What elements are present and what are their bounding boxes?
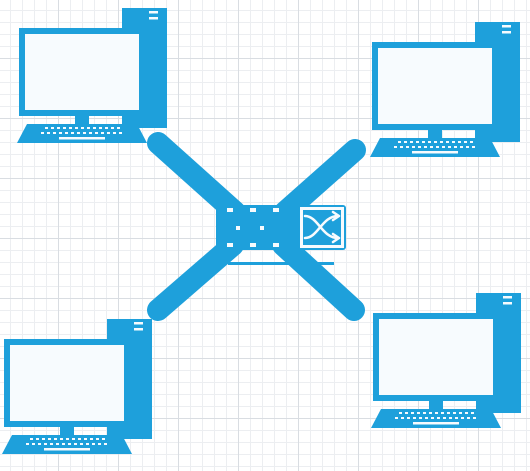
desktop-computer-icon bbox=[371, 293, 521, 428]
network-diagram: .dev-fill { fill: #1ea0db; } .scr-fill {… bbox=[2, 8, 521, 454]
link-bottom-left bbox=[147, 234, 244, 321]
link-top-left bbox=[147, 132, 246, 223]
link-top-right bbox=[274, 139, 366, 223]
computer-top-right[interactable] bbox=[370, 22, 520, 157]
computer-bottom-right[interactable] bbox=[371, 293, 521, 428]
desktop-computer-icon bbox=[2, 319, 152, 454]
desktop-computer-icon bbox=[17, 8, 167, 143]
desktop-computer-icon bbox=[370, 22, 520, 157]
computer-top-left[interactable] bbox=[17, 8, 167, 143]
link-bottom-right bbox=[272, 234, 365, 321]
computer-bottom-left[interactable] bbox=[2, 319, 152, 454]
diagram-canvas: .dev-fill { fill: #1ea0db; } .scr-fill {… bbox=[0, 0, 530, 471]
